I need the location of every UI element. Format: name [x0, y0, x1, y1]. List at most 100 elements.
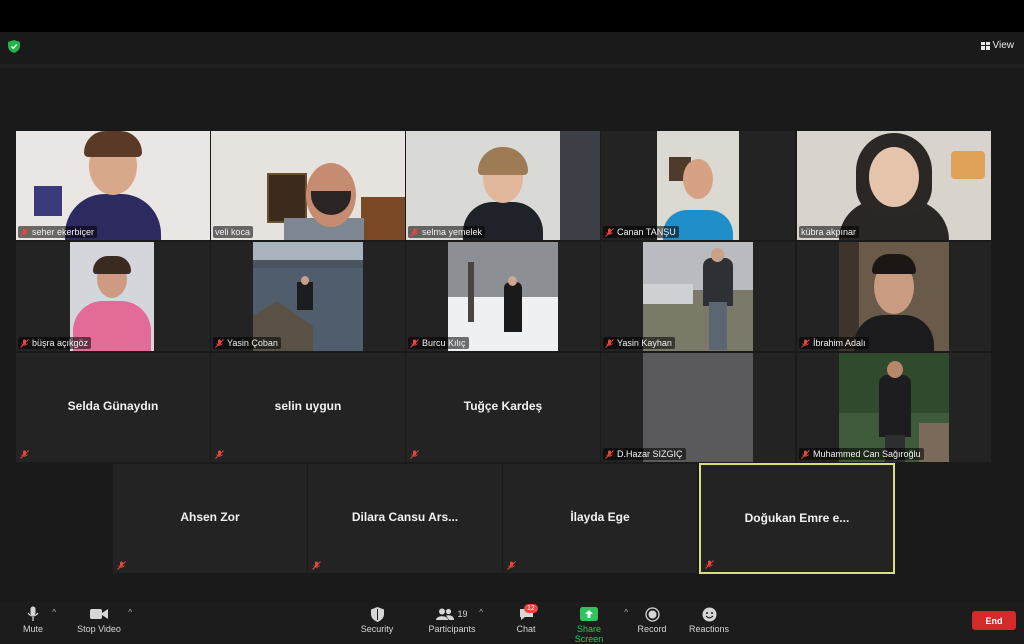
video-camera-icon: [90, 609, 108, 619]
participants-options-caret-icon[interactable]: ^: [479, 608, 483, 617]
share-screen-label: Share Screen: [574, 624, 604, 644]
video-tile[interactable]: seher ekerbiçer: [16, 131, 210, 240]
participants-icon: [436, 608, 455, 620]
participant-name: Yasin Çoban: [227, 338, 278, 348]
participant-label: Burcu Kılıç: [408, 337, 469, 349]
muted-mic-icon: [20, 450, 29, 459]
participant-tile[interactable]: Ahsen Zor: [113, 464, 307, 573]
video-feed: [797, 131, 991, 240]
participant-tile[interactable]: Tuğçe Kardeş: [406, 353, 600, 462]
participant-name: selma yemelek: [422, 227, 483, 237]
participant-label: Muhammed Can Sağıroğlu: [799, 448, 924, 460]
muted-mic-icon: [20, 227, 29, 237]
security-button[interactable]: Security: [358, 604, 396, 634]
participant-label: [213, 449, 227, 460]
participant-name: Yasin Kayhan: [617, 338, 672, 348]
video-feed: [16, 131, 210, 240]
participant-name: Ahsen Zor: [180, 510, 240, 524]
participant-name: büşra açıkgöz: [32, 338, 89, 348]
participant-tile[interactable]: Dilara Cansu Ars...: [308, 464, 502, 573]
video-feed: [643, 353, 753, 462]
muted-mic-icon: [312, 561, 321, 570]
participants-button[interactable]: 19 ^ Participants: [427, 604, 483, 634]
participant-label: [18, 449, 32, 460]
video-feed: [839, 353, 949, 462]
mute-button[interactable]: ^ Mute: [20, 604, 56, 634]
video-feed: [839, 242, 949, 351]
muted-mic-icon: [20, 338, 29, 348]
mute-options-caret-icon[interactable]: ^: [52, 608, 56, 617]
participant-tile[interactable]: selin uygun: [211, 353, 405, 462]
participant-label: büşra açıkgöz: [18, 337, 92, 349]
chat-label: Chat: [516, 624, 536, 634]
record-icon: [644, 606, 660, 622]
reactions-button[interactable]: Reactions: [688, 604, 730, 634]
video-feed: [657, 131, 739, 240]
video-feed: [70, 242, 154, 351]
muted-mic-icon: [117, 561, 126, 570]
encryption-shield-icon[interactable]: [8, 40, 20, 53]
participant-label: Canan TANŞU: [603, 226, 679, 238]
security-shield-icon: [370, 606, 384, 622]
video-tile[interactable]: selma yemelek: [406, 131, 600, 240]
mute-label: Mute: [22, 624, 43, 634]
security-label: Security: [360, 624, 394, 634]
muted-mic-icon: [705, 560, 714, 569]
video-tile[interactable]: büşra açıkgöz: [16, 242, 210, 351]
meeting-toolbar: ^ Mute ^ Stop Video Security 19 ^ Partic…: [0, 602, 1024, 644]
microphone-icon: [27, 606, 39, 621]
participant-label: [703, 559, 717, 570]
participant-name: Tuğçe Kardeş: [463, 399, 543, 413]
participant-label: Yasin Çoban: [213, 337, 281, 349]
view-button[interactable]: View: [980, 40, 1014, 51]
video-options-caret-icon[interactable]: ^: [128, 608, 132, 617]
muted-mic-icon: [507, 561, 516, 570]
participants-count: 19: [457, 609, 468, 619]
view-grid-icon: [980, 41, 990, 50]
participant-label: veli koca: [213, 226, 254, 238]
video-tile[interactable]: Muhammed Can Sağıroğlu: [797, 353, 991, 462]
video-tile[interactable]: Canan TANŞU: [601, 131, 795, 240]
participant-label: D.Hazar SIZGIÇ: [603, 448, 686, 460]
video-feed: [211, 131, 405, 240]
participant-name: Selda Günaydın: [67, 399, 159, 413]
share-screen-button[interactable]: ^ Share Screen: [562, 604, 628, 644]
video-tile[interactable]: veli koca: [211, 131, 405, 240]
muted-mic-icon: [605, 449, 614, 459]
video-feed: [643, 242, 753, 351]
participant-name: veli koca: [215, 227, 251, 237]
participant-label: kübra akpınar: [799, 226, 860, 238]
muted-mic-icon: [410, 338, 419, 348]
participant-tile[interactable]: Selda Günaydın: [16, 353, 210, 462]
share-options-caret-icon[interactable]: ^: [624, 608, 628, 617]
end-meeting-button[interactable]: End: [972, 611, 1016, 630]
participant-name: kübra akpınar: [801, 227, 857, 237]
participant-name: Dilara Cansu Ars...: [351, 510, 459, 524]
video-tile[interactable]: Burcu Kılıç: [406, 242, 600, 351]
record-button[interactable]: Record: [636, 604, 668, 634]
participant-label: [505, 560, 519, 571]
participant-name: seher ekerbiçer: [32, 227, 95, 237]
participant-name: D.Hazar SIZGIÇ: [617, 449, 683, 459]
video-tile[interactable]: Yasin Çoban: [211, 242, 405, 351]
participant-name: İlayda Ege: [570, 510, 630, 524]
video-feed: [448, 242, 558, 351]
video-tile[interactable]: İbrahim Adalı: [797, 242, 991, 351]
share-screen-icon: [580, 607, 598, 621]
participant-label: Yasin Kayhan: [603, 337, 675, 349]
participant-label: [310, 560, 324, 571]
participant-name: İbrahim Adalı: [813, 338, 866, 348]
video-tile[interactable]: Yasin Kayhan: [601, 242, 795, 351]
chat-button[interactable]: 12 Chat: [512, 604, 540, 634]
muted-mic-icon: [605, 338, 614, 348]
participant-tile[interactable]: İlayda Ege: [503, 464, 697, 573]
video-tile[interactable]: D.Hazar SIZGIÇ: [601, 353, 795, 462]
participant-label: seher ekerbiçer: [18, 226, 98, 238]
muted-mic-icon: [215, 450, 224, 459]
video-tile[interactable]: kübra akpınar: [797, 131, 991, 240]
muted-mic-icon: [801, 449, 810, 459]
smiley-reaction-icon: [702, 607, 716, 621]
active-speaker-tile[interactable]: Doğukan Emre e...: [699, 463, 895, 574]
stop-video-button[interactable]: ^ Stop Video: [76, 604, 132, 634]
record-label: Record: [637, 624, 667, 634]
